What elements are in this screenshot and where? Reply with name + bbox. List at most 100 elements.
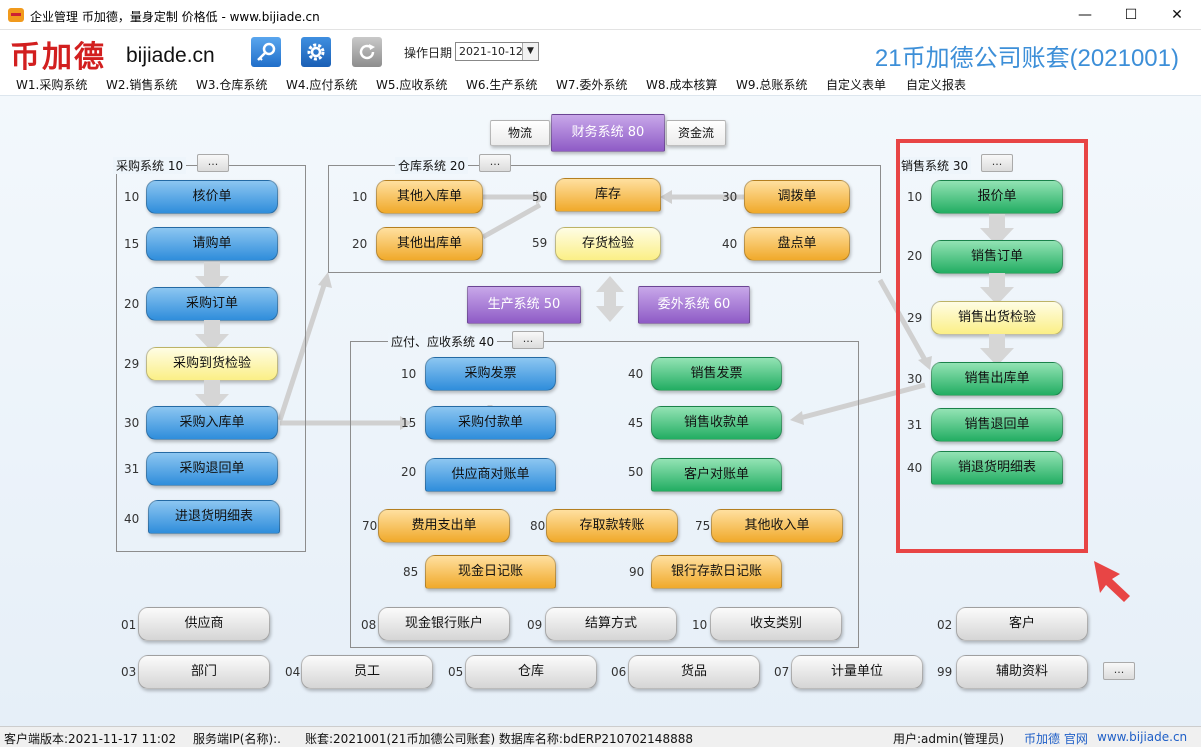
ar-ap-more-button[interactable]: ... <box>512 331 544 349</box>
website-link[interactable]: www.bijiade.cn <box>1097 730 1187 744</box>
basic-num: 09 <box>527 618 543 632</box>
other-income-button[interactable]: 其他收入单 <box>711 509 843 543</box>
warehouse-num: 59 <box>532 236 548 250</box>
cash-journal-button[interactable]: 现金日记账 <box>425 555 556 589</box>
cashflow-label[interactable]: 资金流 <box>666 120 726 146</box>
department-button[interactable]: 部门 <box>138 655 270 689</box>
highlight-box <box>896 139 1088 553</box>
bank-journal-button[interactable]: 银行存款日记账 <box>651 555 782 589</box>
menu-purchase[interactable]: W1.采购系统 <box>16 76 87 93</box>
basic-num: 02 <box>937 618 953 632</box>
logistics-label[interactable]: 物流 <box>490 120 550 146</box>
menu-ledger[interactable]: W9.总账系统 <box>736 76 807 93</box>
status-bar: 客户端版本:2021-11-17 11:02 服务端IP(名称):. 账套:20… <box>0 726 1201 747</box>
company-title: 21币加德公司账套(2021001) <box>874 45 1179 72</box>
purchase-num: 29 <box>124 357 140 371</box>
cash-bank-account-button[interactable]: 现金银行账户 <box>378 607 510 641</box>
warehouse-system-title: 仓库系统 20 <box>395 157 469 174</box>
purchase-requisition-button[interactable]: 请购单 <box>146 227 278 261</box>
menu-production[interactable]: W6.生产系统 <box>466 76 537 93</box>
other-outbound-button[interactable]: 其他出库单 <box>376 227 483 261</box>
ar-ap-num: 15 <box>401 416 417 430</box>
basic-num: 07 <box>774 665 790 679</box>
user-info: 用户:admin(管理员) <box>893 732 1005 746</box>
warehouse-num: 10 <box>352 190 368 204</box>
purchase-order-button[interactable]: 采购订单 <box>146 287 278 321</box>
basic-num: 99 <box>937 665 953 679</box>
menu-payable[interactable]: W4.应付系统 <box>286 76 357 93</box>
transfer-order-button[interactable]: 调拨单 <box>744 180 850 214</box>
warehouse-num: 50 <box>532 190 548 204</box>
purchase-more-button[interactable]: ... <box>197 154 229 172</box>
menu-sales[interactable]: W2.销售系统 <box>106 76 177 93</box>
menu-receivable[interactable]: W5.应收系统 <box>376 76 447 93</box>
purchase-detail-report-button[interactable]: 进退货明细表 <box>148 500 280 534</box>
sales-receipt-button[interactable]: 销售收款单 <box>651 406 782 440</box>
production-system-button[interactable]: 生产系统 50 <box>467 286 581 324</box>
purchase-receipt-inspection-button[interactable]: 采购到货检验 <box>146 347 278 381</box>
menu-warehouse[interactable]: W3.仓库系统 <box>196 76 267 93</box>
title-bar: 企业管理 币加德，量身定制 价格低 - www.bijiade.cn — ☐ ✕ <box>0 0 1201 30</box>
purchase-return-button[interactable]: 采购退回单 <box>146 452 278 486</box>
key-icon[interactable] <box>251 37 281 67</box>
menu-bar: W1.采购系统 W2.销售系统 W3.仓库系统 W4.应付系统 W5.应收系统 … <box>0 70 1201 96</box>
customer-statement-button[interactable]: 客户对账单 <box>651 458 782 492</box>
warehouse-button[interactable]: 仓库 <box>465 655 597 689</box>
warehouse-num: 20 <box>352 237 368 251</box>
purchase-system-title: 采购系统 10 <box>113 157 187 174</box>
purchase-num: 31 <box>124 462 140 476</box>
ar-ap-num: 20 <box>401 465 417 479</box>
purchase-price-check-button[interactable]: 核价单 <box>146 180 278 214</box>
purchase-num: 20 <box>124 297 140 311</box>
basic-num: 03 <box>121 665 137 679</box>
gear-icon[interactable] <box>301 37 331 67</box>
goods-button[interactable]: 货品 <box>628 655 760 689</box>
menu-custom-report[interactable]: 自定义报表 <box>906 76 966 93</box>
deposit-transfer-button[interactable]: 存取款转账 <box>546 509 678 543</box>
other-inbound-button[interactable]: 其他入库单 <box>376 180 483 214</box>
ar-ap-num: 80 <box>530 519 546 533</box>
ar-ap-num: 75 <box>695 519 711 533</box>
income-expense-category-button[interactable]: 收支类别 <box>710 607 842 641</box>
settlement-method-button[interactable]: 结算方式 <box>545 607 677 641</box>
menu-outsource[interactable]: W7.委外系统 <box>556 76 627 93</box>
warehouse-more-button[interactable]: ... <box>479 154 511 172</box>
menu-custom-form[interactable]: 自定义表单 <box>826 76 886 93</box>
ar-ap-num: 10 <box>401 367 417 381</box>
expense-button[interactable]: 费用支出单 <box>378 509 510 543</box>
menu-cost[interactable]: W8.成本核算 <box>646 76 717 93</box>
sales-invoice-button[interactable]: 销售发票 <box>651 357 782 391</box>
purchase-payment-button[interactable]: 采购付款单 <box>425 406 556 440</box>
ar-ap-num: 85 <box>403 565 419 579</box>
purchase-num: 30 <box>124 416 140 430</box>
purchase-num: 15 <box>124 237 140 251</box>
supplier-statement-button[interactable]: 供应商对账单 <box>425 458 556 492</box>
basic-num: 04 <box>285 665 301 679</box>
minimize-button[interactable]: — <box>1062 0 1108 30</box>
purchase-num: 10 <box>124 190 140 204</box>
maximize-button[interactable]: ☐ <box>1108 0 1154 30</box>
stocktake-button[interactable]: 盘点单 <box>744 227 850 261</box>
basics-more-button[interactable]: ... <box>1103 662 1135 680</box>
op-date-select[interactable]: 2021-10-12 ▼ <box>455 42 539 61</box>
unit-button[interactable]: 计量单位 <box>791 655 923 689</box>
ar-ap-num: 40 <box>628 367 644 381</box>
account-info: 账套:2021001(21币加德公司账套) 数据库名称:bdERP2107021… <box>305 732 693 746</box>
chevron-down-icon[interactable]: ▼ <box>522 43 538 60</box>
outsource-system-button[interactable]: 委外系统 60 <box>638 286 750 324</box>
refresh-icon[interactable] <box>352 37 382 67</box>
employee-button[interactable]: 员工 <box>301 655 433 689</box>
auxiliary-data-button[interactable]: 辅助资料 <box>956 655 1088 689</box>
supplier-button[interactable]: 供应商 <box>138 607 270 641</box>
ar-ap-system-title: 应付、应收系统 40 <box>388 333 498 350</box>
close-button[interactable]: ✕ <box>1154 0 1200 30</box>
inventory-inspection-button[interactable]: 存货检验 <box>555 227 661 261</box>
inventory-button[interactable]: 库存 <box>555 178 661 212</box>
purchase-inbound-button[interactable]: 采购入库单 <box>146 406 278 440</box>
op-date-label: 操作日期 <box>404 46 453 60</box>
official-site-link[interactable]: 币加德 官网 <box>1024 730 1088 747</box>
purchase-invoice-button[interactable]: 采购发票 <box>425 357 556 391</box>
finance-system-button[interactable]: 财务系统 80 <box>551 114 665 152</box>
customer-button[interactable]: 客户 <box>956 607 1088 641</box>
app-icon <box>8 8 24 22</box>
